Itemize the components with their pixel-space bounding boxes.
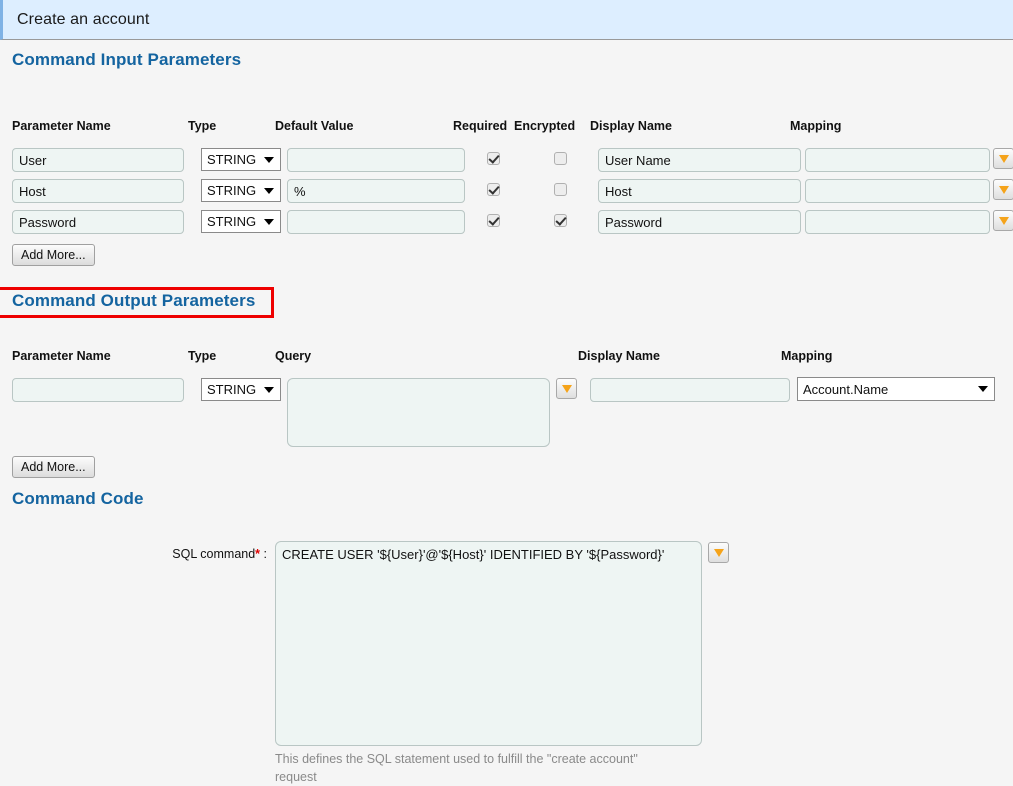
output-col-type: Type: [188, 349, 216, 363]
output-section-heading: Command Output Parameters: [12, 291, 255, 311]
input-col-mapping: Mapping: [790, 119, 841, 133]
input-row-2-required-checkbox[interactable]: [487, 183, 500, 196]
input-col-type: Type: [188, 119, 216, 133]
command-code-header: Command Code: [12, 479, 1001, 511]
input-row-1-parameter-name[interactable]: [12, 148, 184, 172]
input-row-2-mapping[interactable]: [805, 179, 990, 203]
dropdown-triangle-icon: [999, 186, 1009, 194]
input-row-3-type-select[interactable]: STRING: [201, 210, 281, 233]
input-col-required: Required: [453, 119, 507, 133]
command-code-heading: Command Code: [12, 489, 144, 509]
sql-command-textarea[interactable]: CREATE USER '${User}'@'${Host}' IDENTIFI…: [275, 541, 702, 746]
sql-command-picker-button[interactable]: [708, 542, 729, 563]
output-row-1-display-name[interactable]: [590, 378, 790, 402]
input-add-more-button[interactable]: Add More...: [12, 244, 95, 266]
output-row-1-query-textarea[interactable]: [287, 378, 550, 447]
output-row-1-mapping-select[interactable]: Account.Name: [797, 377, 995, 401]
sql-command-label-suffix: :: [260, 547, 267, 561]
page-title: Create an account: [17, 11, 149, 29]
input-row-3-default-value[interactable]: [287, 210, 465, 234]
input-row-2-type-select-wrap[interactable]: STRING: [201, 179, 281, 202]
input-row-2-parameter-name[interactable]: [12, 179, 184, 203]
dropdown-triangle-icon: [999, 217, 1009, 225]
dropdown-triangle-icon: [562, 385, 572, 393]
input-row-3-required-checkbox[interactable]: [487, 214, 500, 227]
output-section-header: Command Output Parameters: [12, 281, 1001, 313]
dropdown-triangle-icon: [999, 155, 1009, 163]
input-row-1-type-select-wrap[interactable]: STRING: [201, 148, 281, 171]
sql-command-help-text: This defines the SQL statement used to f…: [275, 750, 675, 786]
input-row-1-encrypted-checkbox[interactable]: [554, 152, 567, 165]
input-row-1-default-value[interactable]: [287, 148, 465, 172]
output-parameters-grid: Parameter Name Type Query Display Name M…: [12, 313, 1001, 473]
output-row-1-mapping-select-wrap[interactable]: Account.Name: [797, 377, 995, 401]
window-title-bar: Create an account: [0, 0, 1013, 40]
input-row-2-default-value[interactable]: [287, 179, 465, 203]
output-row-1-query-picker-button[interactable]: [556, 378, 577, 399]
output-add-more-button[interactable]: Add More...: [12, 456, 95, 478]
output-col-display-name: Display Name: [578, 349, 660, 363]
dropdown-triangle-icon: [714, 549, 724, 557]
input-row-3-parameter-name[interactable]: [12, 210, 184, 234]
command-code-grid: SQL command* : CREATE USER '${User}'@'${…: [12, 511, 1001, 751]
input-row-3-mapping-picker-button[interactable]: [993, 210, 1013, 231]
output-col-mapping: Mapping: [781, 349, 832, 363]
input-row-3-mapping[interactable]: [805, 210, 990, 234]
input-row-2-mapping-picker-button[interactable]: [993, 179, 1013, 200]
input-row-1-mapping-picker-button[interactable]: [993, 148, 1013, 169]
output-row-1-parameter-name[interactable]: [12, 378, 184, 402]
input-row-2-display-name[interactable]: [598, 179, 801, 203]
output-row-1-type-select-wrap[interactable]: STRING: [201, 378, 281, 401]
input-col-default-value: Default Value: [275, 119, 354, 133]
output-col-parameter-name: Parameter Name: [12, 349, 111, 363]
sql-command-label-text: SQL command: [172, 547, 255, 561]
input-row-3-type-select-wrap[interactable]: STRING: [201, 210, 281, 233]
input-section-heading: Command Input Parameters: [12, 50, 241, 70]
input-row-1-required-checkbox[interactable]: [487, 152, 500, 165]
output-col-query: Query: [275, 349, 311, 363]
input-row-1-display-name[interactable]: [598, 148, 801, 172]
input-row-1-mapping[interactable]: [805, 148, 990, 172]
input-row-1-type-select[interactable]: STRING: [201, 148, 281, 171]
input-row-3-display-name[interactable]: [598, 210, 801, 234]
input-col-encrypted: Encrypted: [514, 119, 575, 133]
input-parameters-grid: Parameter Name Type Default Value Requir…: [12, 72, 1001, 267]
input-row-2-encrypted-checkbox[interactable]: [554, 183, 567, 196]
input-col-display-name: Display Name: [590, 119, 672, 133]
input-col-parameter-name: Parameter Name: [12, 119, 111, 133]
sql-command-label: SQL command* :: [42, 547, 267, 561]
input-section-header: Command Input Parameters: [12, 40, 1001, 72]
input-row-3-encrypted-checkbox[interactable]: [554, 214, 567, 227]
output-row-1-type-select[interactable]: STRING: [201, 378, 281, 401]
input-row-2-type-select[interactable]: STRING: [201, 179, 281, 202]
page-body: Command Input Parameters Parameter Name …: [0, 40, 1013, 751]
